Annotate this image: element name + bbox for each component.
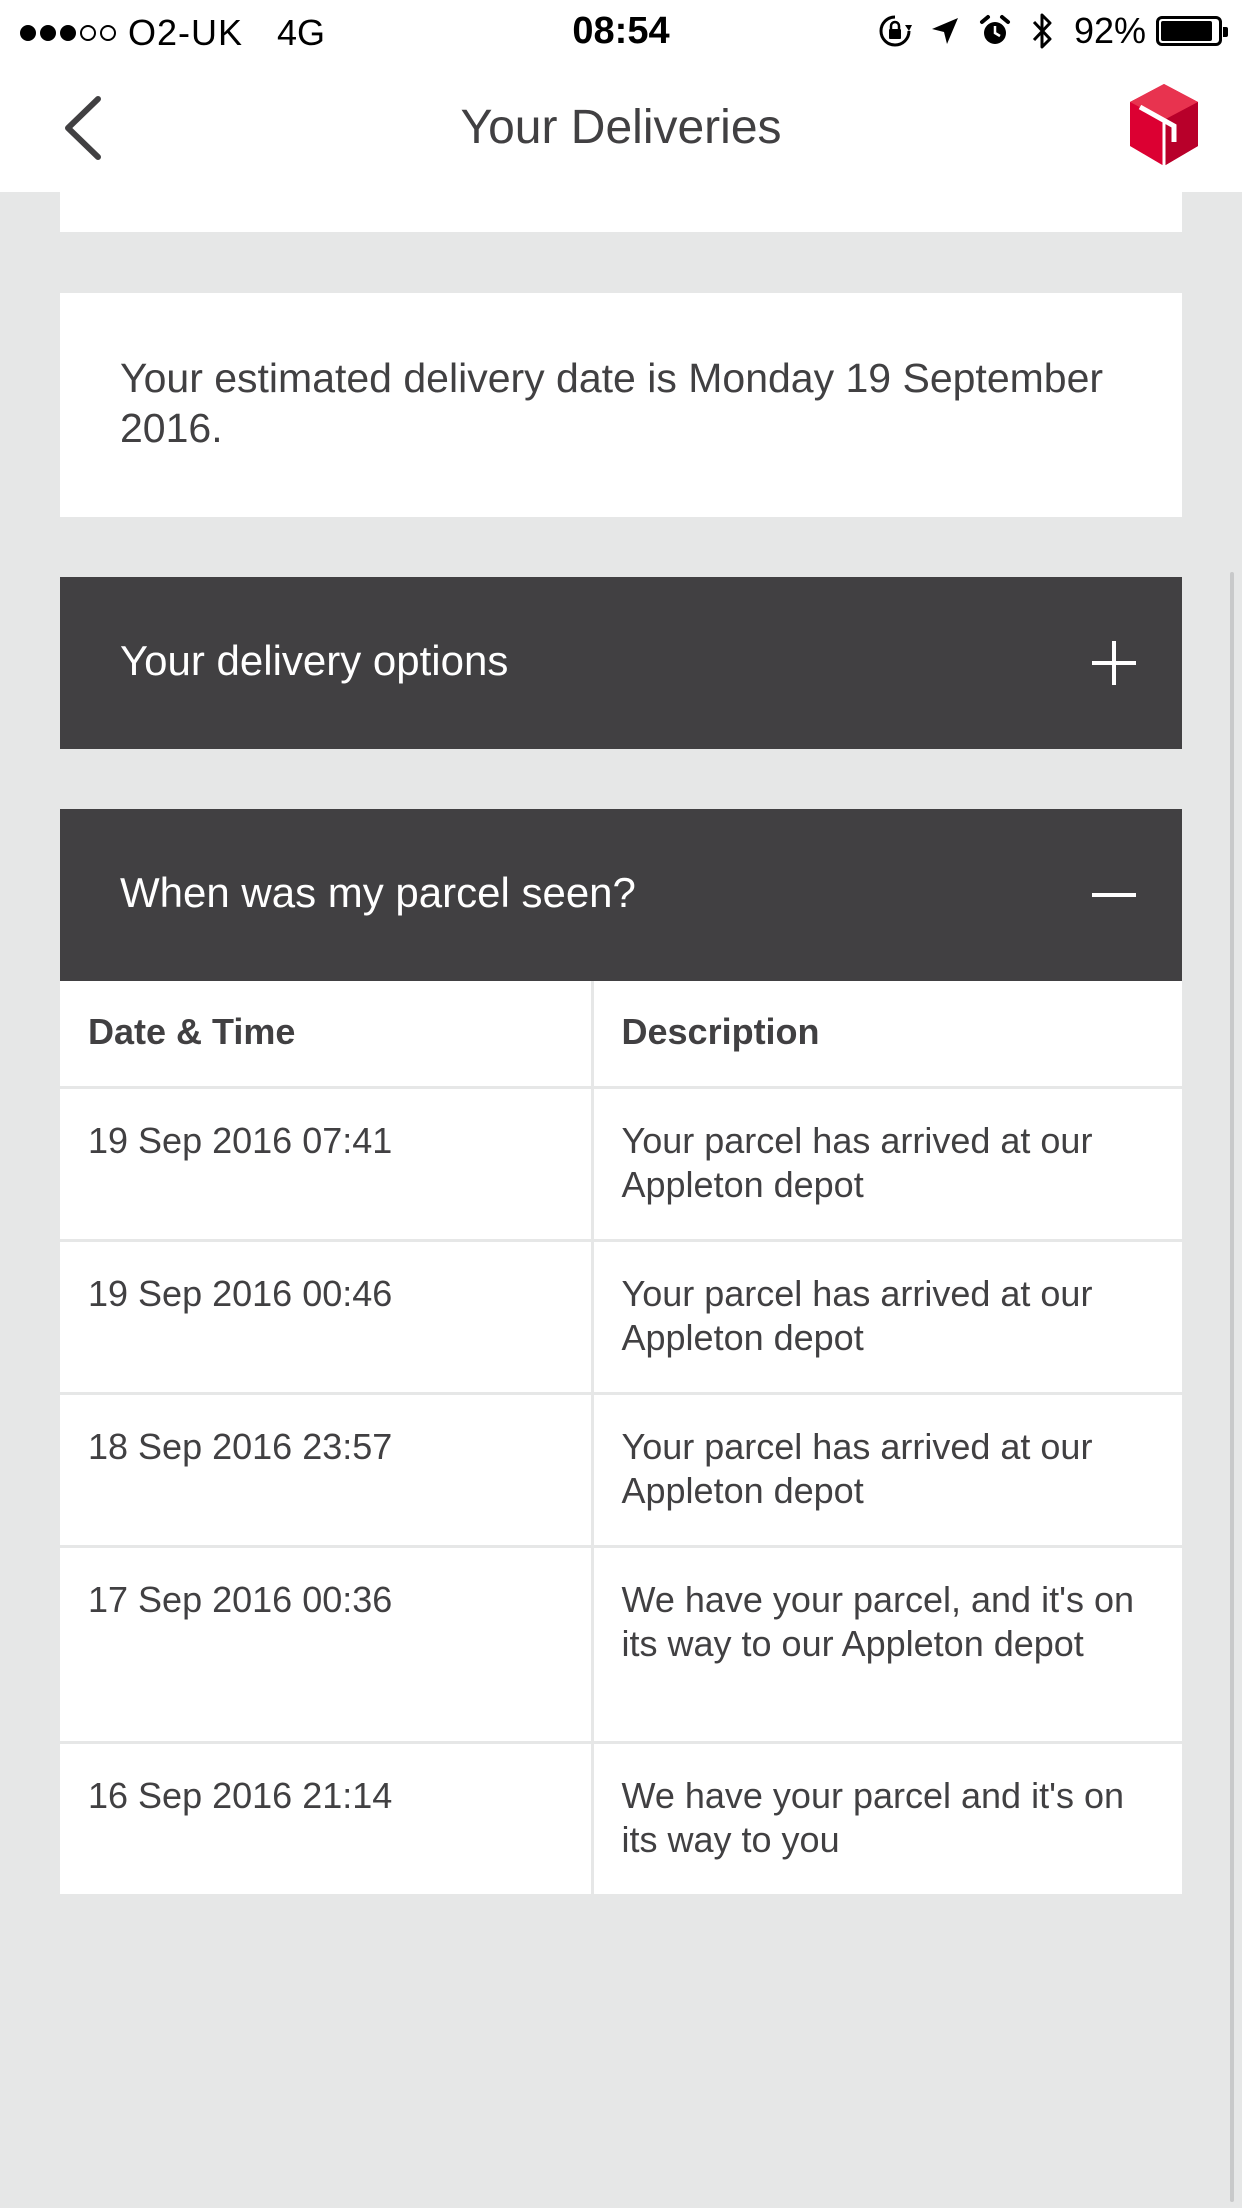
location-arrow-icon bbox=[931, 18, 958, 44]
event-date: 17 Sep 2016 00:36 bbox=[60, 1544, 594, 1744]
dpd-logo[interactable] bbox=[1126, 82, 1202, 168]
event-description: Your parcel has arrived at our Appleton … bbox=[590, 1391, 1182, 1548]
delivery-options-accordion[interactable]: Your delivery options bbox=[60, 577, 1182, 749]
event-date: 19 Sep 2016 07:41 bbox=[60, 1085, 594, 1242]
battery-tip bbox=[1223, 27, 1228, 37]
event-description: We have your parcel, and it's on its way… bbox=[590, 1544, 1182, 1744]
battery-percent: 92% bbox=[1073, 10, 1146, 51]
event-date: 16 Sep 2016 21:14 bbox=[60, 1740, 594, 1894]
table-header-row: Date & Time Description bbox=[60, 981, 1182, 1089]
scroll-indicator bbox=[1230, 572, 1234, 2202]
parcel-seen-label: When was my parcel seen? bbox=[120, 869, 636, 916]
table-row: 19 Sep 2016 07:41 Your parcel has arrive… bbox=[60, 1085, 1182, 1242]
plus-icon[interactable] bbox=[1090, 639, 1138, 687]
table-row: 16 Sep 2016 21:14 We have your parcel an… bbox=[60, 1740, 1182, 1894]
bluetooth-icon bbox=[1032, 13, 1052, 49]
battery-icon bbox=[1156, 16, 1228, 46]
event-description: Your parcel has arrived at our Appleton … bbox=[590, 1238, 1182, 1395]
table-row: 17 Sep 2016 00:36 We have your parcel, a… bbox=[60, 1544, 1182, 1744]
status-right: 92% bbox=[860, 10, 1228, 52]
delivery-options-label: Your delivery options bbox=[120, 637, 509, 684]
tracking-history-table: Date & Time Description 19 Sep 2016 07:4… bbox=[60, 981, 1182, 1894]
estimated-delivery-text: Your estimated delivery date is Monday 1… bbox=[120, 355, 1104, 451]
minus-icon[interactable] bbox=[1090, 871, 1138, 919]
table-row: 18 Sep 2016 23:57 Your parcel has arrive… bbox=[60, 1391, 1182, 1548]
orientation-lock-icon bbox=[879, 15, 912, 47]
page-title: Your Deliveries bbox=[460, 101, 782, 154]
previous-card bbox=[60, 192, 1182, 232]
event-description: Your parcel has arrived at our Appleton … bbox=[590, 1085, 1182, 1242]
date-time-header: Date & Time bbox=[60, 981, 594, 1089]
screen: O2-UK 4G 08:54 92% Your Deliveries Your … bbox=[0, 0, 1242, 2208]
event-date: 19 Sep 2016 00:46 bbox=[60, 1238, 594, 1395]
event-description: We have your parcel and it's on its way … bbox=[590, 1740, 1182, 1894]
estimated-delivery-card: Your estimated delivery date is Monday 1… bbox=[60, 293, 1182, 517]
parcel-seen-accordion[interactable]: When was my parcel seen? bbox=[60, 809, 1182, 981]
description-header: Description bbox=[590, 981, 1182, 1089]
table-row: 19 Sep 2016 00:46 Your parcel has arrive… bbox=[60, 1238, 1182, 1395]
alarm-icon bbox=[979, 15, 1010, 44]
navigation-bar: Your Deliveries bbox=[0, 64, 1242, 192]
battery-level bbox=[1161, 21, 1213, 41]
status-bar: O2-UK 4G 08:54 92% bbox=[0, 0, 1242, 64]
event-date: 18 Sep 2016 23:57 bbox=[60, 1391, 594, 1548]
